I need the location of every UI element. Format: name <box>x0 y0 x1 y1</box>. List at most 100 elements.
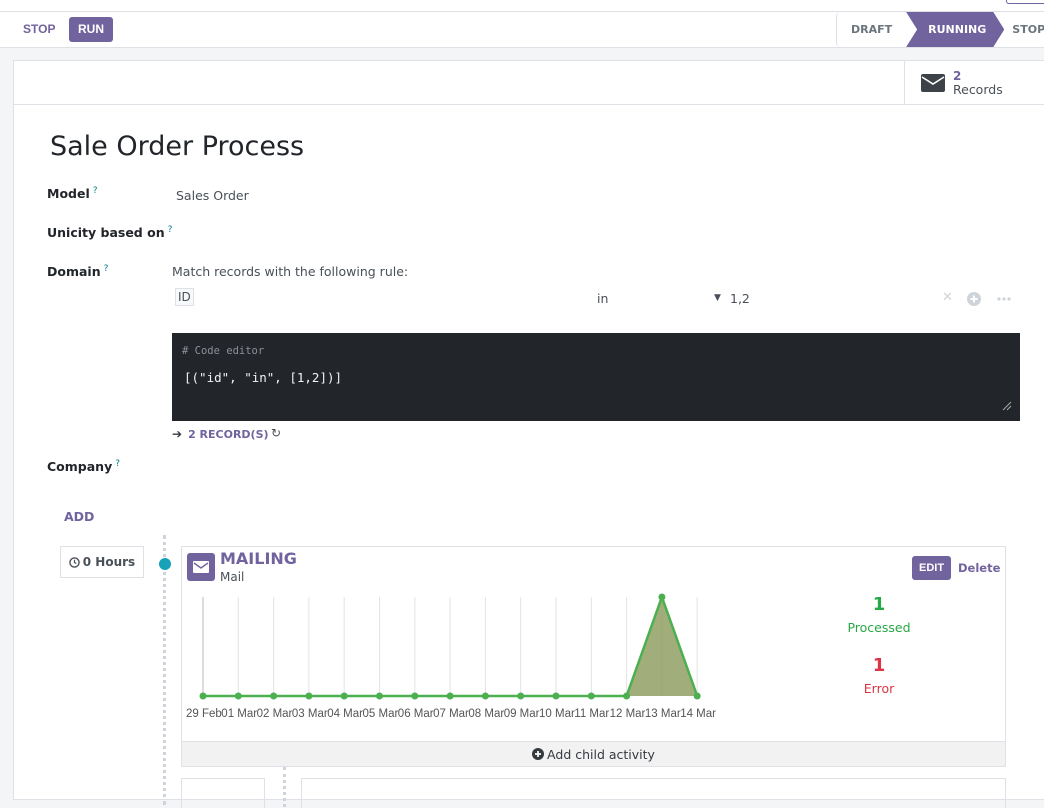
company-label-text: Company <box>47 459 113 475</box>
x-tick-label: 02 Mar <box>257 708 293 719</box>
envelope-icon <box>921 74 945 92</box>
records-count: 2 <box>953 69 962 83</box>
timeline-line <box>163 535 166 805</box>
clock-icon <box>69 556 80 568</box>
processed-label: Processed <box>847 620 911 635</box>
help-icon[interactable]: ? <box>93 186 98 196</box>
activity-title: MAILING <box>220 549 297 568</box>
unicity-label-text: Unicity based on <box>47 225 165 241</box>
data-point <box>199 692 207 700</box>
data-point <box>552 692 560 700</box>
delete-button[interactable]: Delete <box>958 561 1000 575</box>
stage-pipeline: DRAFT RUNNING STOPPED <box>836 12 1044 47</box>
domain-field-selector[interactable]: ID <box>175 288 194 306</box>
stage-stopped[interactable]: STOPPED <box>1004 12 1044 47</box>
company-label: Company? <box>47 459 120 474</box>
data-point <box>340 692 348 700</box>
refresh-icon[interactable]: ↻ <box>271 426 281 440</box>
activity-type-icon <box>187 553 215 581</box>
next-trigger-box <box>181 778 265 808</box>
domain-label-text: Domain <box>47 264 101 280</box>
stop-button[interactable]: STOP <box>14 17 64 42</box>
domain-label: Domain? <box>47 264 108 279</box>
records-smart-button[interactable]: 2 Records <box>904 61 1044 105</box>
code-editor[interactable]: # Code editor [("id", "in", [1,2])] <box>172 333 1020 421</box>
unicity-label: Unicity based on? <box>47 225 172 240</box>
stage-draft[interactable]: DRAFT <box>837 12 906 47</box>
x-tick-label: 08 Mar <box>468 708 504 719</box>
records-label: Records <box>953 82 1003 97</box>
processed-count: 1 <box>872 594 886 615</box>
plus-circle-icon <box>532 748 545 760</box>
error-stat[interactable]: 1 Error <box>819 655 939 696</box>
domain-operator-select[interactable]: in <box>597 291 608 306</box>
data-point <box>623 692 631 700</box>
data-point <box>411 692 419 700</box>
data-point <box>587 692 595 700</box>
next-activity-card <box>301 778 1006 808</box>
x-tick-label: 06 Mar <box>398 708 434 719</box>
data-point <box>270 692 278 700</box>
timeline-node <box>159 558 171 570</box>
edit-button[interactable]: EDIT <box>912 556 952 580</box>
top-strip <box>0 0 1044 12</box>
code-content[interactable]: [("id", "in", [1,2])] <box>184 370 342 385</box>
x-tick-label: 03 Mar <box>292 708 328 719</box>
help-icon[interactable]: ? <box>104 264 109 274</box>
add-child-activity-button[interactable]: Add child activity <box>181 741 1006 767</box>
data-point <box>693 692 701 700</box>
resize-handle-icon[interactable] <box>1002 401 1012 411</box>
model-label: Model? <box>47 186 98 201</box>
top-corner-button[interactable] <box>1006 0 1044 4</box>
records-link-label: 2 RECORD(S) <box>188 427 269 441</box>
data-point <box>481 692 489 700</box>
x-tick-label: 11 Mar <box>574 708 609 719</box>
data-point <box>305 692 313 700</box>
error-count: 1 <box>872 655 886 676</box>
data-point <box>234 692 242 700</box>
activity-subtitle: Mail <box>220 570 245 584</box>
x-tick-label: 09 Mar <box>504 708 540 719</box>
data-point <box>446 692 454 700</box>
caret-down-icon[interactable]: ▼ <box>714 293 721 303</box>
x-tick-label: 13 Mar <box>645 708 681 719</box>
x-tick-label: 14 Mar <box>680 708 716 719</box>
code-comment: # Code editor <box>182 345 265 357</box>
arrow-right-icon: ➔ <box>172 427 183 441</box>
timeline-line-child <box>283 767 286 807</box>
more-options-icon[interactable] <box>997 297 1011 301</box>
model-value[interactable]: Sales Order <box>176 188 249 203</box>
add-rule-icon[interactable] <box>967 292 981 306</box>
trigger-interval: 0 Hours <box>60 546 144 578</box>
x-tick-label: 29 Feb <box>186 708 222 719</box>
x-tick-label: 04 Mar <box>327 708 363 719</box>
run-button[interactable]: RUN <box>69 17 113 42</box>
trigger-interval-text: 0 Hours <box>82 555 136 569</box>
x-tick-label: 07 Mar <box>433 708 469 719</box>
envelope-icon <box>193 561 209 573</box>
stage-running[interactable]: RUNNING <box>906 12 1004 47</box>
domain-value-input[interactable]: 1,2 <box>730 291 750 306</box>
activity-card: MAILING Mail EDIT Delete 29 Feb 01 Mar 02 … <box>181 546 1006 766</box>
data-point <box>376 692 383 700</box>
x-tick-label: 12 Mar <box>610 708 646 719</box>
help-icon[interactable]: ? <box>115 459 120 469</box>
add-activity-link[interactable]: ADD <box>64 509 94 524</box>
domain-intro: Match records with the following rule: <box>172 264 409 279</box>
add-child-activity-label: Add child activity <box>547 746 655 762</box>
delete-rule-icon[interactable]: ✕ <box>942 290 953 305</box>
x-tick-label: 01 Mar <box>221 708 257 719</box>
help-icon[interactable]: ? <box>168 225 173 235</box>
activity-chart: 29 Feb 01 Mar 02 Mar 03 Mar 04 Mar 05 Mar 06 M… <box>186 593 716 719</box>
records-link[interactable]: ➔ 2 RECORD(S) <box>172 427 269 441</box>
data-point <box>658 593 666 601</box>
x-tick-label: 05 Mar <box>363 708 399 719</box>
processed-stat[interactable]: 1 Processed <box>819 594 939 635</box>
data-point <box>517 692 525 700</box>
page-title: Sale Order Process <box>50 131 305 162</box>
x-tick-label: 10 Mar <box>539 708 575 719</box>
model-label-text: Model <box>47 186 90 202</box>
form-sheet: 2 Records Sale Order Process Model? Sale… <box>13 60 1044 808</box>
button-box: 2 Records <box>14 61 1044 105</box>
status-bar: STOP RUN DRAFT RUNNING STOPPED <box>0 12 1044 48</box>
